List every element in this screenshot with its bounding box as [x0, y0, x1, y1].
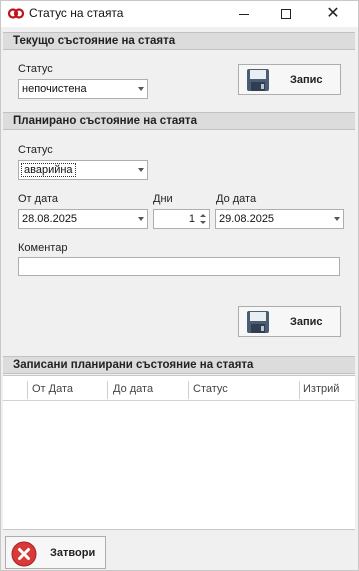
days-stepper[interactable]: 1 — [153, 209, 210, 229]
column-divider — [107, 381, 108, 399]
current-save-button[interactable]: Запис — [238, 64, 341, 95]
close-icon: ✕ — [326, 5, 340, 22]
close-button[interactable]: Затвори — [5, 536, 106, 569]
floppy-disk-icon — [247, 311, 269, 333]
column-divider — [299, 381, 300, 399]
chevron-down-icon — [138, 217, 144, 221]
chevron-down-icon — [138, 168, 144, 172]
days-label: Дни — [153, 193, 173, 205]
column-from-date[interactable]: От Дата — [32, 383, 73, 395]
planned-save-button[interactable]: Запис — [238, 306, 341, 337]
current-save-label: Запис — [290, 74, 323, 86]
column-status[interactable]: Статус — [193, 383, 228, 395]
chevron-down-icon — [138, 87, 144, 91]
minimize-button[interactable] — [223, 1, 265, 27]
current-status-select[interactable]: непочистена — [18, 79, 148, 99]
column-delete[interactable]: Изтрий — [303, 383, 339, 395]
to-date-label: До дата — [216, 193, 257, 205]
cancel-icon — [11, 541, 37, 567]
planned-status-select[interactable]: аварийна — [18, 160, 148, 180]
window-title: Статус на стаята — [29, 6, 124, 20]
comment-label: Коментар — [18, 242, 68, 254]
records-grid-header: От Дата До дата Статус Изтрий — [3, 379, 355, 401]
column-divider — [188, 381, 189, 399]
current-status-value: непочистена — [22, 83, 87, 95]
column-to-date[interactable]: До дата — [113, 383, 153, 395]
from-date-value: 28.08.2025 — [22, 213, 78, 225]
maximize-icon — [281, 9, 291, 19]
to-date-picker[interactable]: 29.08.2025 — [215, 209, 344, 229]
footer-divider — [3, 529, 355, 530]
floppy-disk-icon — [247, 69, 269, 91]
days-value: 1 — [188, 213, 195, 225]
spin-up-icon[interactable] — [200, 214, 206, 217]
to-date-value: 29.08.2025 — [219, 213, 275, 225]
column-divider — [27, 381, 28, 399]
spin-down-icon[interactable] — [200, 221, 206, 224]
current-state-header: Текущо състояние на стаята — [3, 32, 355, 50]
planned-status-label: Статус — [18, 144, 53, 156]
comment-input[interactable] — [18, 257, 340, 276]
maximize-button[interactable] — [265, 1, 307, 27]
planned-save-label: Запис — [290, 316, 323, 328]
planned-state-header: Планирано състояние на стаята — [3, 112, 355, 130]
chevron-down-icon — [334, 217, 340, 221]
title-bar: Статус на стаята ✕ — [1, 1, 358, 27]
app-logo-icon — [8, 8, 24, 19]
from-date-label: От дата — [18, 193, 58, 205]
planned-status-value: аварийна — [21, 163, 76, 177]
from-date-picker[interactable]: 28.08.2025 — [18, 209, 148, 229]
minimize-icon — [239, 13, 249, 15]
current-status-label: Статус — [18, 63, 53, 75]
close-label: Затвори — [50, 547, 96, 559]
records-header: Записани планирани състояние на стаята — [3, 356, 355, 374]
close-window-button[interactable]: ✕ — [312, 1, 354, 27]
records-grid[interactable]: От Дата До дата Статус Изтрий — [3, 375, 355, 529]
room-status-window: Статус на стаята ✕ Текущо състояние на с… — [0, 0, 359, 571]
